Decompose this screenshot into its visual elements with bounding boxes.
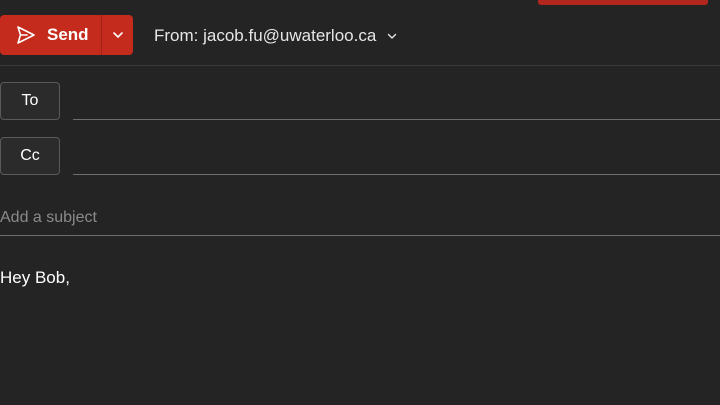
chevron-down-icon [111, 28, 125, 42]
cc-button[interactable]: Cc [0, 137, 60, 175]
compose-toolbar: Send From: jacob.fu@uwaterloo.ca [0, 0, 720, 66]
send-button-group: Send [0, 15, 133, 55]
send-button[interactable]: Send [0, 15, 101, 55]
from-label: From: jacob.fu@uwaterloo.ca [154, 26, 377, 45]
chevron-down-icon [386, 30, 398, 42]
send-label: Send [47, 25, 89, 44]
cc-field[interactable] [73, 137, 720, 175]
to-button[interactable]: To [0, 82, 60, 120]
compose-window: Send From: jacob.fu@uwaterloo.ca To Cc A… [0, 0, 720, 405]
subject-field[interactable] [0, 200, 720, 236]
send-icon [15, 24, 37, 46]
to-field[interactable] [73, 82, 720, 120]
from-account-selector[interactable]: From: jacob.fu@uwaterloo.ca [154, 24, 398, 48]
send-options-button[interactable] [102, 15, 133, 55]
message-body[interactable]: Hey Bob, [0, 268, 720, 405]
